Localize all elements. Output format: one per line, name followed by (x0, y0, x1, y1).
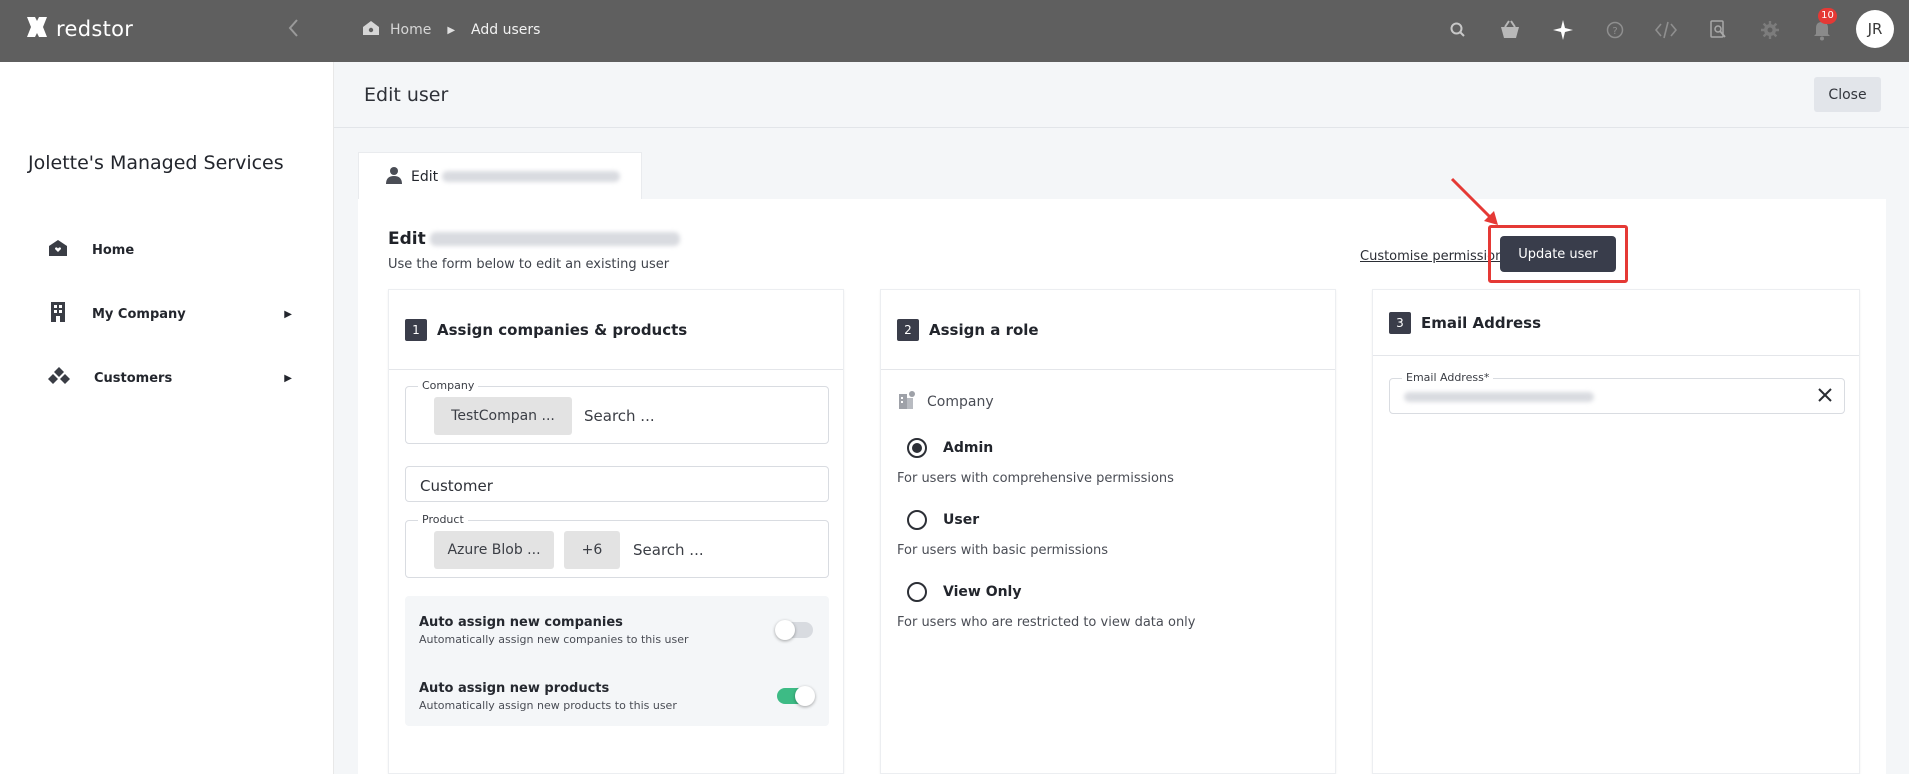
card-title: Email Address (1421, 313, 1542, 332)
breadcrumb-home[interactable]: Home (390, 22, 431, 38)
org-name: Jolette's Managed Services (28, 152, 284, 174)
sidebar-item-label: Customers (94, 370, 173, 386)
edit-subtitle: Use the form below to edit an existing u… (388, 257, 670, 272)
role-user-radio[interactable]: User (907, 510, 979, 530)
edit-user-panel: Edit Use the form below to edit an exist… (358, 177, 1886, 774)
role-label: User (943, 512, 980, 528)
close-button[interactable]: Close (1814, 77, 1881, 112)
auto-products-toggle[interactable] (777, 686, 815, 706)
redacted-email (1404, 392, 1594, 402)
email-label: Email Address* (1402, 371, 1494, 384)
role-label: View Only (943, 584, 1022, 600)
brand-name: redstor (56, 17, 134, 41)
user-icon (385, 166, 403, 188)
auto-companies-toggle[interactable] (775, 620, 813, 640)
company-chip[interactable]: TestCompan ... (434, 397, 572, 435)
auto-products-desc: Automatically assign new products to thi… (419, 699, 677, 712)
edit-heading: Edit (388, 229, 680, 249)
tab-label: Edit (411, 168, 439, 185)
notification-badge: 10 (1818, 8, 1837, 24)
help-icon[interactable]: ? (1603, 18, 1627, 42)
auto-companies-desc: Automatically assign new companies to th… (419, 633, 689, 646)
avatar[interactable]: JR (1856, 10, 1894, 48)
breadcrumb-current: Add users (471, 22, 541, 38)
tab-edit-user[interactable]: Edit (358, 152, 642, 200)
breadcrumb-home-icon[interactable] (362, 20, 380, 40)
sidebar: Jolette's Managed Services Home My Compa… (0, 62, 334, 774)
auto-products-title: Auto assign new products (419, 681, 610, 696)
collapse-sidebar-icon[interactable] (286, 17, 300, 45)
building-icon (48, 301, 68, 327)
brand-logo[interactable]: redstor (24, 14, 133, 44)
card-title: Assign companies & products (437, 320, 688, 339)
code-icon[interactable] (1654, 18, 1678, 42)
redacted-email (442, 171, 621, 182)
role-view-only-radio[interactable]: View Only (907, 582, 1021, 602)
caret-right-icon: ▶ (284, 308, 292, 320)
home-icon (48, 239, 68, 261)
search-doc-icon[interactable] (1706, 18, 1730, 42)
card-header: 1 Assign companies & products (389, 290, 843, 370)
product-more-chip[interactable]: +6 (564, 531, 620, 569)
company-select[interactable]: Company TestCompan ... Search ... (405, 379, 829, 444)
page-title: Edit user (364, 84, 449, 106)
caret-right-icon: ▶ (284, 372, 292, 384)
card-title: Assign a role (929, 320, 1039, 339)
field-label: Company (418, 379, 479, 392)
auto-assign-options: Auto assign new companies Automatically … (405, 596, 829, 726)
field-label: Product (418, 513, 468, 526)
role-scope-label: Company (927, 394, 994, 410)
product-chip[interactable]: Azure Blob ... (434, 531, 554, 569)
edit-heading-prefix: Edit (388, 229, 426, 249)
role-label: Admin (943, 440, 994, 456)
sidebar-item-home[interactable]: Home (48, 235, 298, 265)
assign-companies-card: 1 Assign companies & products Company Te… (388, 289, 844, 774)
role-scope: Company (897, 390, 994, 414)
role-desc: For users who are restricted to view dat… (897, 615, 1196, 630)
customers-icon (48, 366, 70, 390)
top-bar: redstor Home ▶ Add users ? 10 JR (0, 0, 1909, 62)
toggle-knob (795, 686, 815, 706)
company-search-input[interactable]: Search ... (584, 407, 655, 425)
svg-text:?: ? (1612, 26, 1617, 37)
breadcrumb: Home ▶ Add users (362, 20, 540, 40)
product-search-input[interactable]: Search ... (633, 541, 704, 559)
customer-value: Customer (420, 477, 493, 495)
radio-icon (907, 582, 927, 602)
auto-companies-title: Auto assign new companies (419, 615, 623, 630)
customer-field[interactable]: Customer (405, 466, 829, 502)
basket-icon[interactable] (1498, 18, 1522, 42)
step-number: 3 (1389, 311, 1411, 334)
main-content: Edit user Close Edit Edit Use the form b… (334, 62, 1909, 774)
company-building-icon (897, 390, 917, 414)
radio-icon (907, 510, 927, 530)
assign-role-card: 2 Assign a role Company Admin For users … (880, 289, 1336, 774)
redacted-email (429, 232, 680, 246)
gear-icon[interactable] (1758, 18, 1782, 42)
radio-selected-icon (907, 438, 927, 458)
sparkle-icon[interactable] (1551, 18, 1575, 42)
sidebar-item-customers[interactable]: Customers ▶ (48, 363, 298, 393)
sidebar-item-my-company[interactable]: My Company ▶ (48, 299, 298, 329)
toggle-knob (775, 620, 795, 640)
step-number: 1 (405, 318, 427, 341)
clear-icon[interactable] (1814, 384, 1836, 406)
step-number: 2 (897, 318, 919, 341)
update-user-button[interactable]: Update user (1500, 236, 1616, 272)
sidebar-item-label: My Company (92, 306, 186, 322)
email-address-card: 3 Email Address Email Address* (1372, 289, 1860, 774)
logo-icon (24, 14, 50, 44)
card-header: 2 Assign a role (881, 290, 1335, 370)
breadcrumb-separator-icon: ▶ (447, 24, 456, 36)
email-input[interactable]: Email Address* (1389, 371, 1845, 414)
page-header: Edit user Close (334, 62, 1909, 128)
role-desc: For users with comprehensive permissions (897, 471, 1174, 486)
sidebar-item-label: Home (92, 242, 135, 258)
product-select[interactable]: Product Azure Blob ... +6 Search ... (405, 513, 829, 578)
role-admin-radio[interactable]: Admin (907, 438, 993, 458)
role-desc: For users with basic permissions (897, 543, 1109, 558)
card-header: 3 Email Address (1373, 290, 1859, 356)
search-icon[interactable] (1446, 18, 1470, 42)
